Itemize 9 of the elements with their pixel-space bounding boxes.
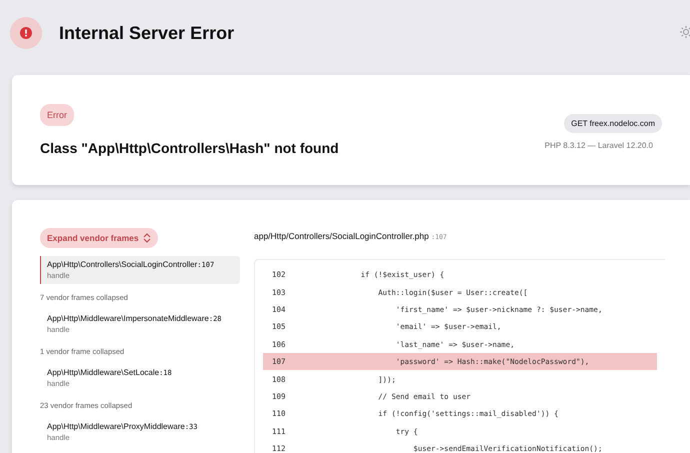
sun-icon[interactable] xyxy=(680,26,690,38)
expand-vendor-frames-button[interactable]: Expand vendor frames xyxy=(40,228,158,248)
error-badge: Error xyxy=(40,104,74,126)
page-title: Internal Server Error xyxy=(59,22,234,44)
error-message: Class "App\Http\Controllers\Hash" not found xyxy=(40,140,339,156)
version-text: PHP 8.3.12 — Laravel 12.20.0 xyxy=(544,141,653,150)
error-icon xyxy=(10,17,42,49)
chevron-up-down-icon xyxy=(142,233,151,243)
request-badge: GET freex.nodeloc.com xyxy=(564,114,662,133)
